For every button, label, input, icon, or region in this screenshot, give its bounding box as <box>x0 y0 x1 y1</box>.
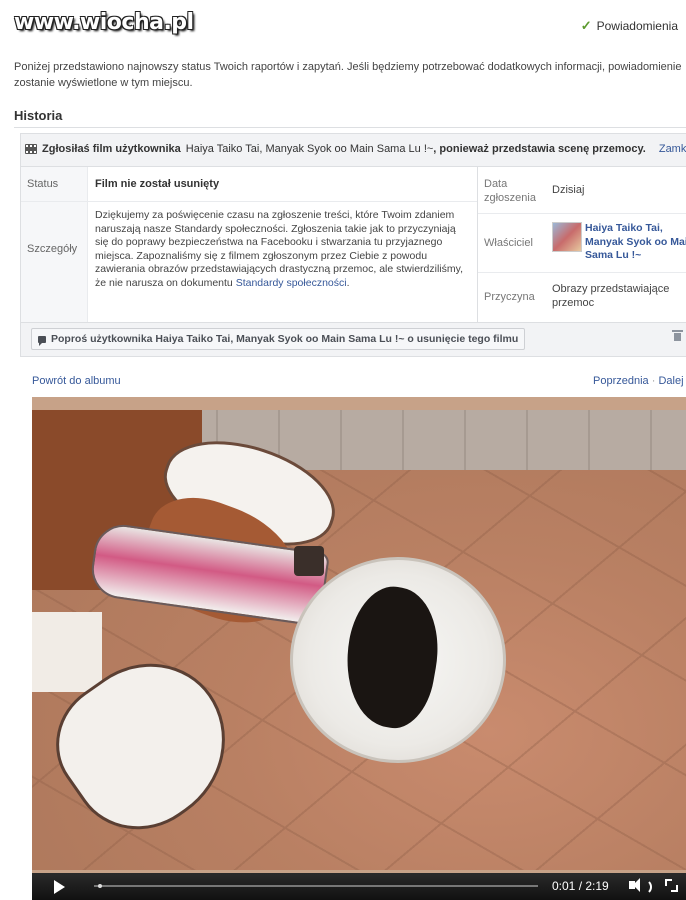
status-label: Status <box>27 178 59 190</box>
notifications-label: Powiadomienia <box>596 19 678 33</box>
divider <box>14 127 686 128</box>
status-value: Film nie został usunięty <box>95 178 220 190</box>
reason-label: Przyczyna <box>484 291 535 303</box>
date-row: Data zgłoszenia Dzisiaj <box>478 167 686 214</box>
report-header: Zgłosiłaś film użytkownika Haiya Taiko T… <box>25 143 686 155</box>
previous-link[interactable]: Poprzednia <box>593 375 649 387</box>
checkmark-icon: ✓ <box>580 18 592 33</box>
video-controls: 0:01 / 2:19 <box>32 873 686 900</box>
next-link[interactable]: Dalej <box>658 375 683 387</box>
message-icon <box>38 335 46 346</box>
section-title: Historia <box>14 108 63 123</box>
ask-removal-label: Poproś użytkownika Haiya Taiko Tai, Many… <box>51 333 519 345</box>
report-card: Zgłosiłaś film użytkownika Haiya Taiko T… <box>20 133 686 357</box>
reason-row: Przyczyna Obrazy przedstawiające przemoc <box>478 273 686 322</box>
details-text: Dziękujemy za poświęcenie czasu na zgłos… <box>95 209 467 290</box>
avatar[interactable] <box>552 222 582 252</box>
volume-icon[interactable] <box>629 878 640 892</box>
intro-text: Poniżej przedstawiono najnowszy status T… <box>14 61 682 89</box>
video-player[interactable]: 0:01 / 2:19 <box>32 397 686 900</box>
pager-separator: · <box>651 375 656 387</box>
notifications-link[interactable]: ✓ Powiadomienia <box>581 18 678 34</box>
owner-row: Właściciel Haiya Taiko Tai, Manyak Syok … <box>478 214 686 273</box>
trash-icon[interactable] <box>672 330 683 341</box>
reason-value: Obrazy przedstawiające przemoc <box>552 283 670 309</box>
owner-label: Właściciel <box>484 237 533 249</box>
report-left-column: Status Film nie został usunięty Szczegół… <box>21 167 478 322</box>
progress-knob[interactable] <box>98 884 102 888</box>
film-icon <box>25 144 37 154</box>
report-head-user: Haiya Taiko Tai, Manyak Syok oo Main Sam… <box>185 143 434 155</box>
fullscreen-icon[interactable] <box>665 879 678 892</box>
video-progress-track[interactable] <box>94 884 538 888</box>
video-leg <box>32 612 102 692</box>
video-time: 0:01 / 2:19 <box>552 879 609 893</box>
volume-wave-icon <box>644 879 652 895</box>
report-head-prefix: Zgłosiłaś film użytkownika <box>42 143 181 155</box>
back-to-album-link[interactable]: Powrót do albumu <box>32 375 121 387</box>
status-row: Status Film nie został usunięty <box>21 167 477 202</box>
community-standards-link[interactable]: Standardy społeczności <box>236 277 347 289</box>
close-link[interactable]: Zamknij <box>659 143 686 155</box>
play-icon[interactable] <box>54 879 65 894</box>
date-label: Data zgłoszenia <box>484 178 536 204</box>
details-label: Szczegóły <box>27 243 78 255</box>
report-right-column: Data zgłoszenia Dzisiaj Właściciel Haiya… <box>478 167 686 322</box>
date-value: Dzisiaj <box>552 184 585 196</box>
report-head-suffix: , ponieważ przedstawia scenę przemocy. <box>433 143 646 155</box>
video-bottle-cap <box>294 546 324 576</box>
watermark-logo: www.wiocha.pl <box>14 10 194 35</box>
report-panel: Status Film nie został usunięty Szczegół… <box>21 166 686 323</box>
ask-removal-button[interactable]: Poproś użytkownika Haiya Taiko Tai, Many… <box>31 328 526 350</box>
photo-pager: Poprzednia · Dalej <box>593 375 684 387</box>
details-end: . <box>346 276 350 289</box>
owner-name-link[interactable]: Haiya Taiko Tai, Manyak Syok oo Main Sam… <box>585 222 686 263</box>
